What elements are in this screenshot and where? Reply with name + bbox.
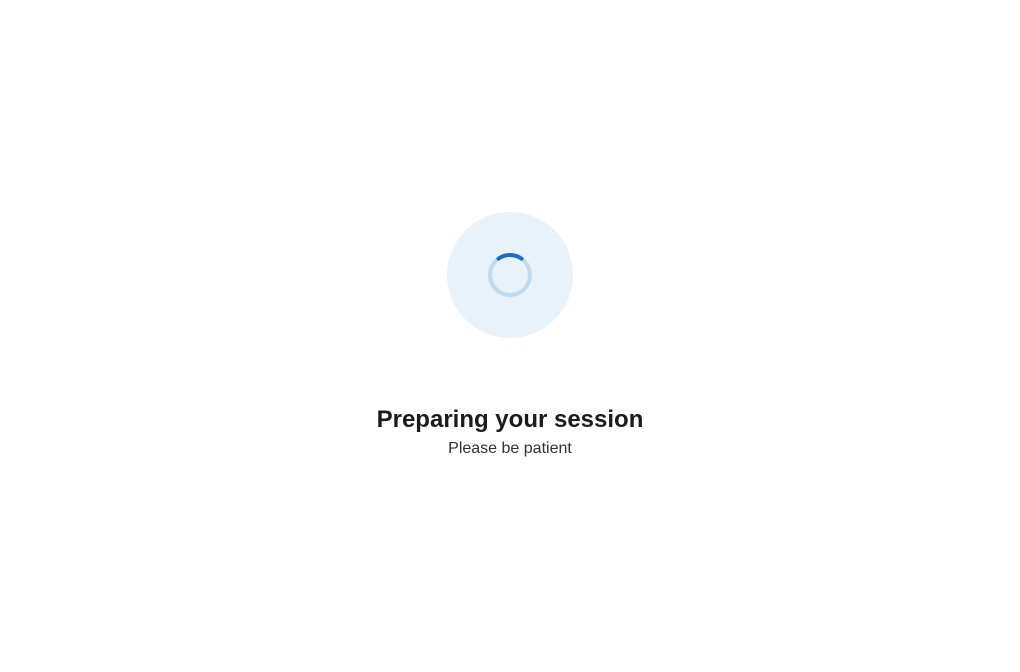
loading-heading: Preparing your session (377, 406, 644, 434)
loading-spinner-icon (485, 250, 535, 300)
loading-subtext: Please be patient (448, 440, 572, 458)
loading-container: Preparing your session Please be patient (377, 212, 644, 458)
spinner-background-circle (447, 212, 573, 338)
